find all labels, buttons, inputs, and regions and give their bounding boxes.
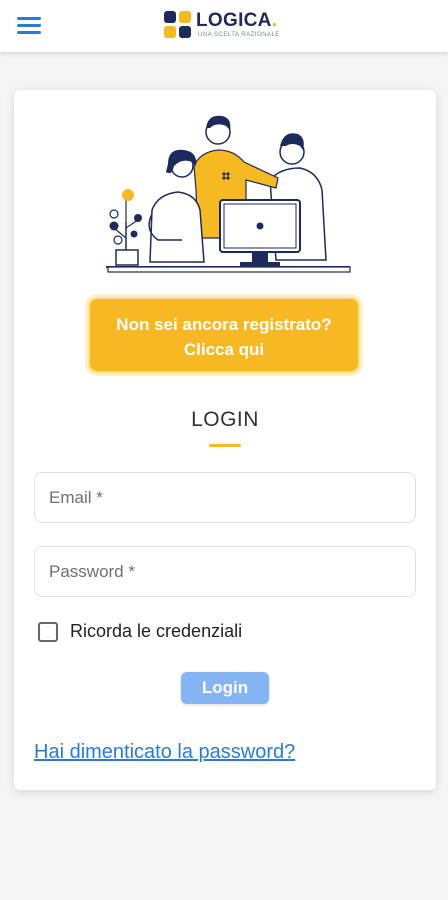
logo-name: LOGICA. — [196, 10, 278, 31]
password-input[interactable] — [49, 547, 399, 596]
remember-checkbox[interactable] — [38, 622, 58, 642]
login-card: Non sei ancora registrato? Clicca qui LO… — [14, 90, 436, 790]
login-button[interactable]: Login — [181, 672, 269, 704]
hamburger-menu-icon[interactable] — [16, 14, 42, 36]
register-button[interactable]: Non sei ancora registrato? Clicca qui — [88, 297, 360, 373]
logo-tagline: UNA SCELTA RAZIONALE — [198, 32, 280, 38]
register-line-1: Non sei ancora registrato? — [116, 315, 332, 334]
top-app-bar: LOGICA. UNA SCELTA RAZIONALE — [0, 0, 448, 52]
register-line-2: Clicca qui — [183, 340, 265, 359]
logo-squares-icon — [164, 11, 192, 39]
email-field[interactable] — [34, 472, 416, 523]
forgot-password-link[interactable]: Hai dimenticato la password? — [34, 741, 295, 764]
logica-logo[interactable]: LOGICA. UNA SCELTA RAZIONALE — [164, 10, 284, 42]
email-input[interactable] — [49, 473, 399, 522]
team-at-computer-illustration — [106, 115, 351, 273]
title-underline — [209, 444, 241, 447]
login-title: LOGIN — [191, 408, 259, 431]
password-field[interactable] — [34, 546, 416, 597]
remember-label: Ricorda le credenziali — [70, 621, 243, 641]
